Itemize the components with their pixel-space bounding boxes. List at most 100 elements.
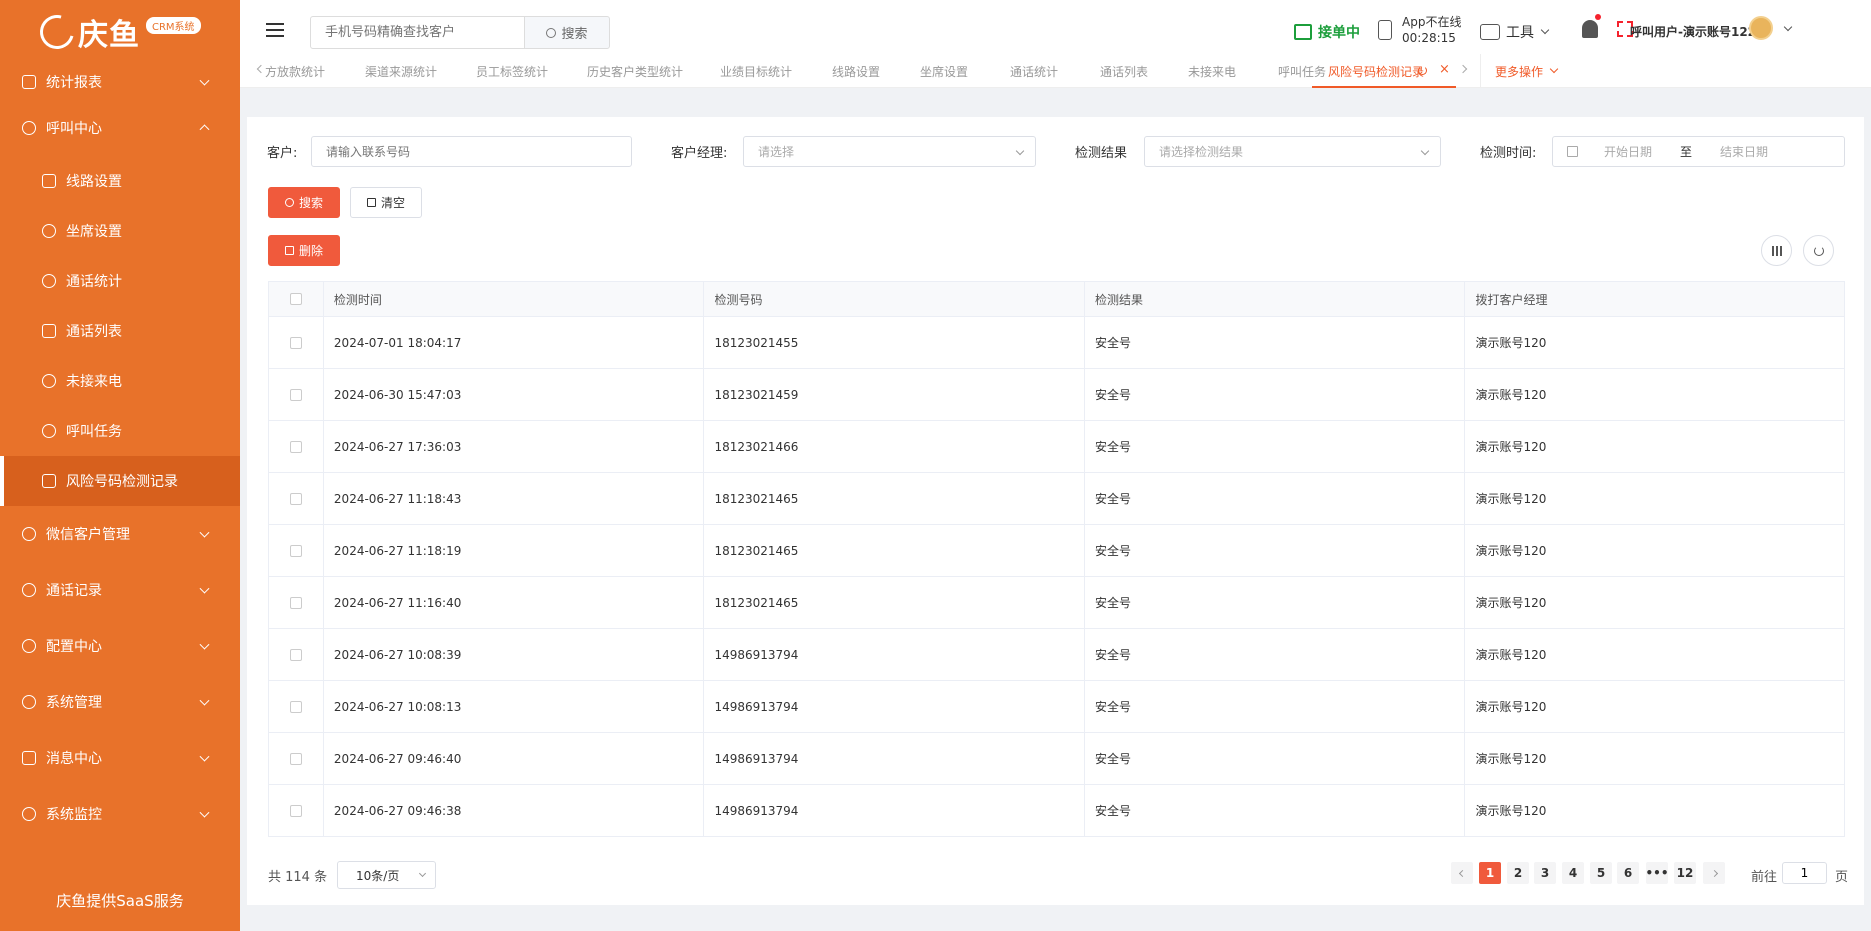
- search-button-label: 搜索: [561, 27, 588, 42]
- row-checkbox[interactable]: [289, 492, 302, 505]
- tabs-scroll-right-icon[interactable]: [1458, 64, 1468, 74]
- bell-icon[interactable]: [1582, 20, 1598, 38]
- sidebar-group-config-center[interactable]: 配置中心: [0, 618, 240, 674]
- header-check-number: 检测号码: [704, 282, 1085, 316]
- tab-missed-calls[interactable]: 未接来电: [1188, 63, 1236, 80]
- sidebar-footer: 庆鱼提供SaaS服务: [56, 891, 184, 910]
- start-date-placeholder[interactable]: 开始日期: [1604, 143, 1680, 160]
- row-checkbox[interactable]: [289, 700, 302, 713]
- work-status-toggle[interactable]: 接单中: [1294, 22, 1360, 42]
- row-checkbox[interactable]: [289, 648, 302, 661]
- sidebar-item-stats-report[interactable]: 统计报表: [0, 64, 240, 100]
- row-checkbox[interactable]: [289, 388, 302, 401]
- fish-logo-icon: [33, 8, 81, 56]
- header-search-button[interactable]: 搜索: [524, 16, 610, 49]
- avatar[interactable]: [1749, 16, 1773, 40]
- table-row[interactable]: 2024-07-01 18:04:17 18123021455 安全号 演示账号120: [268, 317, 1845, 369]
- tab-close-icon[interactable]: ×: [1439, 62, 1450, 77]
- row-checkbox[interactable]: [289, 336, 302, 349]
- more-actions-dropdown[interactable]: 更多操作: [1480, 54, 1571, 88]
- tools-dropdown[interactable]: 工具: [1480, 22, 1550, 42]
- phone-search-input[interactable]: [310, 16, 525, 49]
- sidebar-group-call-records[interactable]: 通话记录: [0, 562, 240, 618]
- tab-line-settings[interactable]: 线路设置: [832, 63, 880, 80]
- calendar-icon: [1567, 146, 1578, 157]
- table-row[interactable]: 2024-06-27 10:08:13 14986913794 安全号 演示账号120: [268, 681, 1845, 733]
- select-all-checkbox[interactable]: [289, 293, 302, 305]
- tab-call-stats[interactable]: 通话统计: [1010, 63, 1058, 80]
- delete-button[interactable]: 删除: [268, 235, 340, 266]
- page-button[interactable]: 12: [1674, 862, 1696, 884]
- sidebar-group-wechat-customers[interactable]: 微信客户管理: [0, 506, 240, 562]
- page-button[interactable]: 6: [1617, 862, 1639, 884]
- sidebar-group-call-center[interactable]: 呼叫中心: [0, 100, 240, 156]
- table-row[interactable]: 2024-06-27 11:18:43 18123021465 安全号 演示账号120: [268, 473, 1845, 525]
- tab-performance-target-stats[interactable]: 业绩目标统计: [720, 63, 792, 80]
- tab-call-list[interactable]: 通话列表: [1100, 63, 1148, 80]
- search-icon: [546, 27, 557, 38]
- sidebar-group-system-management[interactable]: 系统管理: [0, 674, 240, 730]
- sidebar-item-line-settings[interactable]: 线路设置: [0, 156, 240, 206]
- page-button[interactable]: 3: [1534, 862, 1556, 884]
- row-checkbox[interactable]: [289, 440, 302, 453]
- cell-check-result: 安全号: [1085, 577, 1466, 628]
- tab-seat-settings[interactable]: 坐席设置: [920, 63, 968, 80]
- tab-refresh-icon[interactable]: [1418, 66, 1427, 75]
- prev-page-button[interactable]: [1451, 862, 1473, 884]
- tab-call-tasks[interactable]: 呼叫任务: [1278, 63, 1326, 80]
- date-range-picker[interactable]: 开始日期 至 结束日期: [1552, 136, 1845, 167]
- next-page-button[interactable]: [1703, 862, 1725, 884]
- refresh-button[interactable]: [1803, 235, 1834, 266]
- user-name[interactable]: 呼叫用户-演示账号122: [1630, 23, 1756, 40]
- row-checkbox[interactable]: [289, 596, 302, 609]
- chevron-down-icon[interactable]: [1783, 22, 1793, 32]
- search-button[interactable]: 搜索: [268, 187, 340, 218]
- menu-toggle-icon[interactable]: [266, 23, 284, 37]
- manager-select[interactable]: 请选择: [743, 136, 1036, 167]
- chevron-down-icon: [199, 751, 210, 762]
- tab-history-customer-type-stats[interactable]: 历史客户类型统计: [587, 63, 683, 80]
- row-checkbox[interactable]: [289, 752, 302, 765]
- row-checkbox[interactable]: [289, 544, 302, 557]
- page-button[interactable]: 5: [1590, 862, 1612, 884]
- page-size-select[interactable]: 10条/页: [337, 861, 436, 889]
- page-button[interactable]: 1: [1479, 862, 1501, 884]
- end-date-placeholder[interactable]: 结束日期: [1720, 143, 1768, 160]
- sidebar-group-system-monitor[interactable]: 系统监控: [0, 786, 240, 842]
- table-row[interactable]: 2024-06-30 15:47:03 18123021459 安全号 演示账号120: [268, 369, 1845, 421]
- sidebar-item-call-list[interactable]: 通话列表: [0, 306, 240, 356]
- table-row[interactable]: 2024-06-27 10:08:39 14986913794 安全号 演示账号120: [268, 629, 1845, 681]
- row-checkbox-cell: [269, 525, 324, 576]
- result-select[interactable]: 请选择检测结果: [1144, 136, 1441, 167]
- tabs-scroll-left-icon[interactable]: [256, 64, 266, 74]
- sidebar-item-missed-calls[interactable]: 未接来电: [0, 356, 240, 406]
- tab-employee-tag-stats[interactable]: 员工标签统计: [476, 63, 548, 80]
- table-row[interactable]: 2024-06-27 11:18:19 18123021465 安全号 演示账号120: [268, 525, 1845, 577]
- sidebar-group-message-center[interactable]: 消息中心: [0, 730, 240, 786]
- app-status-text: App不在线: [1402, 15, 1462, 29]
- goto-page-input[interactable]: [1782, 862, 1827, 884]
- page-ellipsis[interactable]: •••: [1646, 862, 1669, 884]
- sidebar-item-call-tasks[interactable]: 呼叫任务: [0, 406, 240, 456]
- sidebar-item-label: 系统管理: [46, 695, 102, 711]
- cell-check-number: 18123021465: [704, 577, 1085, 628]
- sidebar-item-seat-settings[interactable]: 坐席设置: [0, 206, 240, 256]
- page-button[interactable]: 4: [1562, 862, 1584, 884]
- tab-channel-source-stats[interactable]: 渠道来源统计: [365, 63, 437, 80]
- customer-phone-input[interactable]: [311, 136, 632, 167]
- header-check-result: 检测结果: [1085, 282, 1466, 316]
- page-button[interactable]: 2: [1507, 862, 1529, 884]
- tab-loan-stats[interactable]: 方放款统计: [265, 63, 325, 80]
- cell-check-result: 安全号: [1085, 317, 1466, 368]
- table-row[interactable]: 2024-06-27 09:46:38 14986913794 安全号 演示账号120: [268, 785, 1845, 837]
- row-checkbox[interactable]: [289, 804, 302, 817]
- phone-call-icon: [42, 274, 56, 288]
- table-row[interactable]: 2024-06-27 17:36:03 18123021466 安全号 演示账号120: [268, 421, 1845, 473]
- sidebar-item-risk-number-records[interactable]: 风险号码检测记录: [0, 456, 240, 506]
- tab-risk-number-records[interactable]: 风险号码检测记录: [1328, 63, 1424, 80]
- table-row[interactable]: 2024-06-27 09:46:40 14986913794 安全号 演示账号120: [268, 733, 1845, 785]
- clear-button[interactable]: 清空: [350, 187, 422, 218]
- table-row[interactable]: 2024-06-27 11:16:40 18123021465 安全号 演示账号120: [268, 577, 1845, 629]
- sidebar-item-call-stats[interactable]: 通话统计: [0, 256, 240, 306]
- column-settings-button[interactable]: [1761, 235, 1792, 266]
